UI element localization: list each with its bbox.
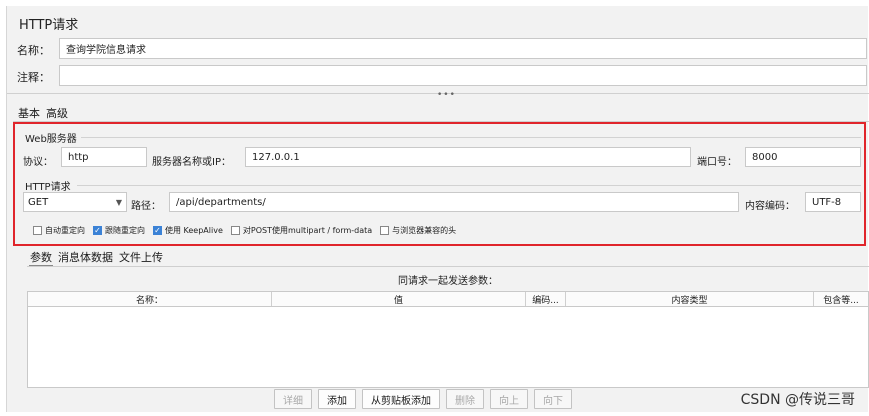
column-header[interactable]: 名称：: [28, 292, 272, 306]
encoding-field[interactable]: UTF-8: [805, 192, 861, 212]
move-down-button[interactable]: 向下: [534, 389, 572, 409]
option-follow-redirect[interactable]: ✓ 跟随重定向: [93, 225, 145, 236]
delete-button[interactable]: 删除: [446, 389, 484, 409]
column-header[interactable]: 内容类型: [566, 292, 814, 306]
splitter-handle[interactable]: •••: [437, 90, 456, 100]
http-request-group-label: HTTP请求: [25, 182, 71, 193]
option-browser-headers[interactable]: 与浏览器兼容的头: [380, 225, 456, 236]
watermark: CSDN @传说三哥: [740, 392, 855, 408]
option-keepalive[interactable]: ✓ 使用 KeepAlive: [153, 225, 223, 236]
param-tabs-divider: [27, 266, 869, 267]
column-header[interactable]: 值: [272, 292, 526, 306]
checkbox-icon[interactable]: [33, 226, 42, 235]
add-button[interactable]: 添加: [318, 389, 356, 409]
checkmark-icon[interactable]: ✓: [93, 226, 102, 235]
checkbox-icon[interactable]: [230, 226, 240, 235]
web-server-group-line: [81, 137, 861, 138]
option-multipart[interactable]: 对POST使用multipart / form-data: [230, 225, 373, 236]
table-header: 名称： 值 编码... 内容类型 包含等...: [28, 292, 868, 307]
protocol-field[interactable]: http: [61, 147, 147, 167]
option-auto-redirect[interactable]: 自动重定向: [33, 225, 85, 236]
detail-button[interactable]: 详细: [274, 389, 312, 409]
port-field[interactable]: 8000: [745, 147, 861, 167]
panel-title: HTTP请求: [19, 18, 79, 33]
web-server-group-label: Web服务器: [25, 134, 77, 145]
path-field[interactable]: /api/departments/: [169, 192, 739, 212]
tab-parameters[interactable]: 参数: [29, 249, 53, 266]
port-label: 端口号：: [697, 157, 737, 168]
tab-file-upload[interactable]: 文件上传: [118, 249, 164, 266]
option-label: 使用 KeepAlive: [165, 226, 223, 235]
option-label: 对POST使用multipart / form-data: [242, 226, 373, 235]
chevron-down-icon: ▼: [115, 197, 122, 207]
option-label: 自动重定向: [45, 226, 85, 235]
option-label: 跟随重定向: [105, 226, 145, 235]
add-from-clipboard-button[interactable]: 从剪贴板添加: [362, 389, 440, 409]
params-title: 同请求一起发送参数：: [398, 276, 498, 287]
column-header[interactable]: 编码...: [526, 292, 566, 306]
http-request-group-line: [77, 185, 861, 186]
protocol-label: 协议：: [23, 157, 53, 168]
checkmark-icon[interactable]: ✓: [153, 226, 162, 235]
method-select[interactable]: GET ▼: [23, 192, 127, 212]
column-header[interactable]: 包含等...: [814, 292, 868, 306]
move-up-button[interactable]: 向上: [490, 389, 528, 409]
tab-advanced[interactable]: 高级: [45, 105, 69, 122]
table-buttons: 详细 添加 从剪贴板添加 删除 向上 向下: [274, 389, 572, 409]
server-field[interactable]: 127.0.0.1: [245, 147, 691, 167]
checkbox-icon[interactable]: [380, 226, 390, 235]
comment-label: 注释：: [17, 71, 50, 84]
http-request-panel: HTTP请求 名称： 查询学院信息请求 注释： ••• 基本 高级 Web服务器…: [6, 6, 869, 412]
name-field[interactable]: 查询学院信息请求: [59, 38, 867, 59]
method-value: GET: [28, 196, 49, 208]
params-table[interactable]: 名称： 值 编码... 内容类型 包含等...: [27, 291, 869, 388]
tab-body-data[interactable]: 消息体数据: [57, 249, 114, 266]
encoding-label: 内容编码：: [745, 201, 795, 212]
param-tabs: 参数 消息体数据 文件上传: [29, 249, 164, 266]
option-label: 与浏览器兼容的头: [392, 226, 457, 235]
tab-basic[interactable]: 基本: [17, 105, 41, 122]
top-tabs: 基本 高级: [17, 105, 69, 122]
comment-field[interactable]: [59, 65, 867, 86]
name-label: 名称：: [17, 44, 50, 57]
path-label: 路径：: [131, 201, 161, 212]
server-label: 服务器名称或IP：: [152, 157, 231, 168]
options-row: 自动重定向 ✓ 跟随重定向 ✓ 使用 KeepAlive 对POST使用mult…: [33, 225, 456, 236]
